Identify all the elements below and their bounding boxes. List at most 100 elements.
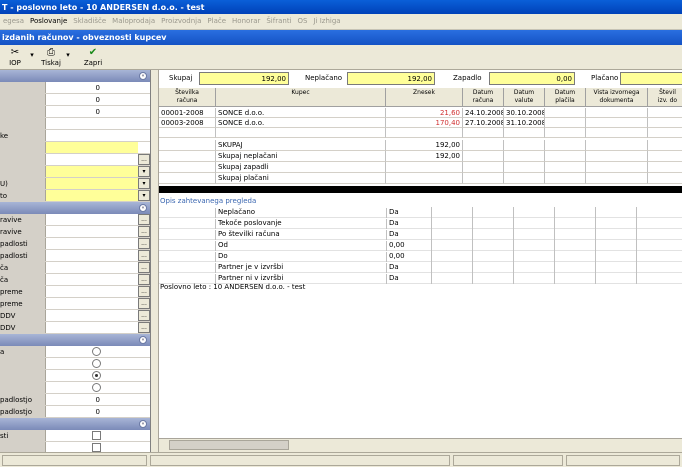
ellipsis-button[interactable]: ...: [138, 250, 150, 261]
menu-item[interactable]: Skladišče: [70, 14, 109, 25]
filter-field[interactable]: [46, 298, 138, 309]
filter-field[interactable]: [46, 142, 138, 153]
ellipsis-button[interactable]: ...: [138, 274, 150, 285]
radio-button[interactable]: [92, 371, 101, 380]
filter-field[interactable]: [46, 190, 138, 201]
column-header[interactable]: Kupec: [216, 88, 386, 107]
totals-cell: 192,00: [386, 151, 463, 162]
filter-value[interactable]: 0: [46, 94, 138, 105]
menu-item[interactable]: egesa: [0, 14, 27, 25]
filter-row: ča...: [0, 274, 150, 286]
menu-item[interactable]: Maloprodaja: [109, 14, 158, 25]
ellipsis-button[interactable]: ...: [138, 310, 150, 321]
menu-item[interactable]: Honorar: [229, 14, 263, 25]
filter-value[interactable]: [46, 118, 138, 129]
ellipsis-button[interactable]: ...: [138, 238, 150, 249]
menu-item[interactable]: Šifranti: [263, 14, 294, 25]
column-divider: [472, 218, 473, 229]
column-divider: [472, 262, 473, 273]
column-header[interactable]: Znesek: [386, 88, 463, 107]
grid-cell[interactable]: 31.10.2008: [504, 118, 545, 128]
filter-field[interactable]: [46, 274, 138, 285]
grid-cell[interactable]: [586, 108, 648, 118]
filter-value[interactable]: 0: [46, 82, 138, 93]
column-header[interactable]: Datum valute: [504, 88, 545, 107]
zapadlo-label: Zapadlo: [453, 74, 482, 82]
filter-field[interactable]: [46, 214, 138, 225]
collapse-icon[interactable]: «: [139, 72, 147, 80]
filter-field-button[interactable]: ▾: [138, 166, 150, 177]
filter-field-button[interactable]: ...: [138, 154, 150, 165]
section-header[interactable]: «: [0, 70, 150, 82]
filter-value[interactable]: [46, 130, 138, 141]
filter-value[interactable]: 0: [46, 394, 138, 405]
menu-item[interactable]: Poslovanje: [27, 14, 70, 25]
grid-cell[interactable]: 21,60: [386, 108, 463, 118]
checkbox[interactable]: [92, 431, 101, 440]
ellipsis-button[interactable]: ...: [138, 262, 150, 273]
filter-value[interactable]: 0: [46, 106, 138, 117]
radio-button[interactable]: [92, 383, 101, 392]
section-header[interactable]: «: [0, 418, 150, 430]
filter-field[interactable]: [46, 178, 138, 189]
checkbox[interactable]: [92, 443, 101, 452]
filter-field[interactable]: [46, 310, 138, 321]
section-header[interactable]: «: [0, 202, 150, 214]
grid-cell[interactable]: 00003-2008: [159, 118, 216, 128]
grid-cell[interactable]: 24.10.2008: [463, 108, 504, 118]
filter-value[interactable]: 0: [46, 406, 138, 417]
collapse-icon[interactable]: «: [139, 420, 147, 428]
section-header[interactable]: «: [0, 334, 150, 346]
filter-field[interactable]: [46, 250, 138, 261]
collapse-icon[interactable]: «: [139, 336, 147, 344]
grid-cell[interactable]: SONCE d.o.o.: [216, 108, 386, 118]
filter-field-button[interactable]: ▾: [138, 178, 150, 189]
filter-field[interactable]: [46, 166, 138, 177]
grid-cell[interactable]: [545, 108, 586, 118]
grid-cell[interactable]: [648, 118, 682, 128]
horizontal-scrollbar[interactable]: [159, 438, 682, 452]
menu-item[interactable]: Proizvodnja: [158, 14, 204, 25]
filter-field[interactable]: [46, 238, 138, 249]
radio-button[interactable]: [92, 359, 101, 368]
grid-cell[interactable]: [545, 118, 586, 128]
grid-cell[interactable]: [648, 108, 682, 118]
ellipsis-button[interactable]: ...: [138, 286, 150, 297]
menu-item[interactable]: Plače: [204, 14, 229, 25]
scrollbar-thumb[interactable]: [169, 440, 289, 450]
grid-cell[interactable]: 170,40: [386, 118, 463, 128]
grid-cell[interactable]: 27.10.2008: [463, 118, 504, 128]
filter-field[interactable]: [46, 226, 138, 237]
collapse-icon[interactable]: «: [139, 204, 147, 212]
grid-cell[interactable]: [586, 118, 648, 128]
column-divider: [636, 273, 637, 284]
tiskaj-button[interactable]: ⎙ Tiskaj: [40, 47, 62, 69]
column-header[interactable]: Številka računa: [159, 88, 216, 107]
opis-value: Da: [386, 274, 431, 284]
filter-label: DDV: [0, 310, 46, 321]
totals-cell: Skupaj neplačani: [216, 151, 386, 162]
iop-button[interactable]: ✂ IOP: [6, 47, 24, 69]
grid-cell[interactable]: SONCE d.o.o.: [216, 118, 386, 128]
column-header[interactable]: Datum računa: [463, 88, 504, 107]
grid-cell[interactable]: 00001-2008: [159, 108, 216, 118]
filter-field-button[interactable]: ▾: [138, 190, 150, 201]
ellipsis-button[interactable]: ...: [138, 214, 150, 225]
menu-item[interactable]: OS: [295, 14, 311, 25]
filter-field[interactable]: [46, 154, 138, 165]
menu-item[interactable]: Ji Izhiga: [310, 14, 343, 25]
filter-field[interactable]: [46, 322, 138, 333]
column-header[interactable]: Vista izvornega dokumenta: [586, 88, 648, 107]
radio-button[interactable]: [92, 347, 101, 356]
column-header[interactable]: Datum plačila: [545, 88, 586, 107]
grid-cell[interactable]: 30.10.2008: [504, 108, 545, 118]
ellipsis-button[interactable]: ...: [138, 226, 150, 237]
column-header[interactable]: Števil izv. do: [648, 88, 682, 107]
zapri-button[interactable]: ✔ Zapri: [82, 47, 104, 69]
left-panel-scrollbar[interactable]: [151, 70, 159, 452]
ellipsis-button[interactable]: ...: [138, 298, 150, 309]
ellipsis-button[interactable]: ...: [138, 322, 150, 333]
iop-label: IOP: [9, 59, 21, 67]
filter-field[interactable]: [46, 262, 138, 273]
filter-field[interactable]: [46, 286, 138, 297]
